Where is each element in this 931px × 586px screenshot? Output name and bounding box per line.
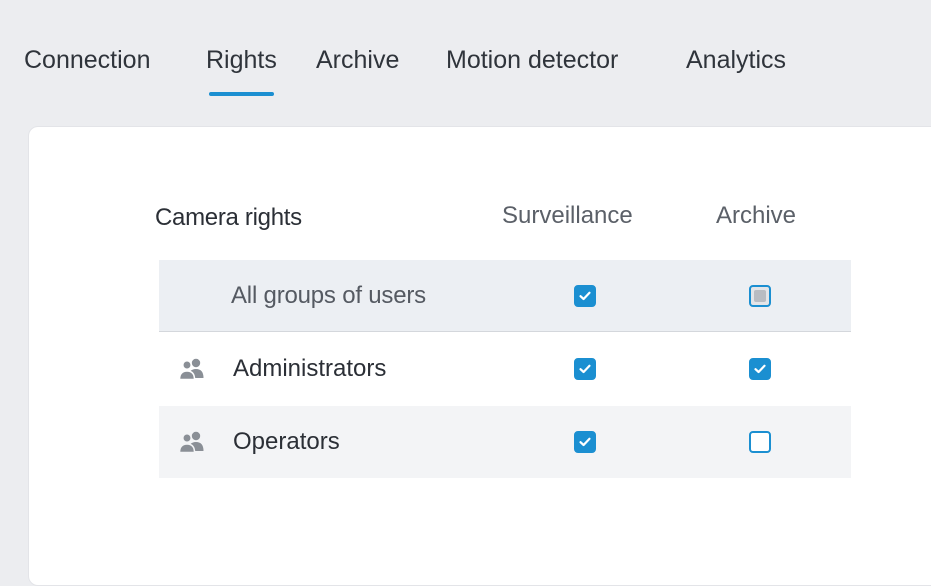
archive-checkbox-all-groups[interactable] [749, 285, 771, 307]
tab-archive[interactable]: Archive [316, 42, 399, 78]
tab-motion-detector[interactable]: Motion detector [446, 42, 618, 78]
tab-analytics[interactable]: Analytics [686, 42, 786, 78]
table-row-operators: Operators [159, 406, 851, 478]
table-row-all-groups: All groups of users [159, 260, 851, 332]
archive-checkbox-administrators[interactable] [749, 358, 771, 380]
archive-checkbox-operators[interactable] [749, 431, 771, 453]
column-header-archive: Archive [716, 202, 797, 229]
user-group-icon [177, 431, 207, 454]
surveillance-checkbox-administrators[interactable] [574, 358, 596, 380]
surveillance-checkbox-operators[interactable] [574, 431, 596, 453]
column-header-surveillance: Surveillance [502, 202, 633, 229]
camera-rights-title: Camera rights [155, 204, 302, 231]
table-row-administrators: Administrators [159, 333, 851, 405]
row-label-administrators: Administrators [233, 355, 387, 382]
user-group-icon [177, 358, 207, 381]
row-label-all-groups: All groups of users [231, 282, 426, 309]
tab-connection[interactable]: Connection [24, 42, 150, 78]
tab-rights[interactable]: Rights [206, 42, 277, 96]
surveillance-checkbox-all-groups[interactable] [574, 285, 596, 307]
tab-bar: Connection Rights Archive Motion detecto… [0, 0, 931, 112]
row-label-operators: Operators [233, 428, 340, 455]
